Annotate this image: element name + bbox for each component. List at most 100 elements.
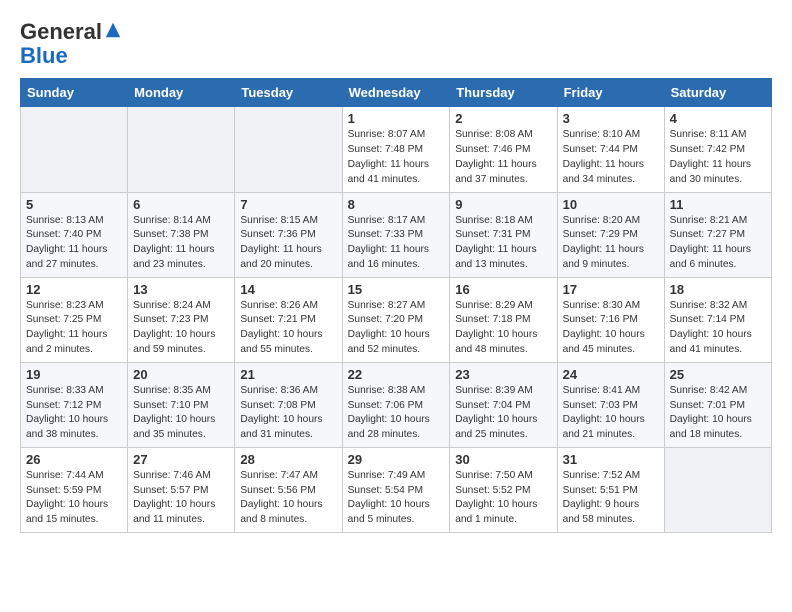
day-info: Sunrise: 7:49 AM Sunset: 5:54 PM Dayligh… (348, 469, 445, 528)
logo-general: General (20, 19, 102, 44)
calendar-cell: 31 Sunrise: 7:52 AM Sunset: 5:51 PM Dayli… (557, 447, 664, 532)
calendar-cell: 10 Sunrise: 8:20 AM Sunset: 7:29 PM Dayli… (557, 192, 664, 277)
calendar-cell: 1 Sunrise: 8:07 AM Sunset: 7:48 PM Daylig… (342, 107, 450, 192)
weekday-header-monday: Monday (128, 79, 235, 107)
day-number: 19 (26, 367, 122, 382)
day-number: 3 (563, 111, 659, 126)
day-info: Sunrise: 8:29 AM Sunset: 7:18 PM Dayligh… (455, 299, 551, 358)
day-info: Sunrise: 8:24 AM Sunset: 7:23 PM Dayligh… (133, 299, 229, 358)
calendar-cell (664, 447, 771, 532)
calendar-cell: 28 Sunrise: 7:47 AM Sunset: 5:56 PM Dayli… (235, 447, 342, 532)
calendar-cell (21, 107, 128, 192)
day-info: Sunrise: 8:23 AM Sunset: 7:25 PM Dayligh… (26, 299, 122, 358)
day-number: 28 (240, 452, 336, 467)
day-number: 27 (133, 452, 229, 467)
day-info: Sunrise: 7:47 AM Sunset: 5:56 PM Dayligh… (240, 469, 336, 528)
calendar-cell: 7 Sunrise: 8:15 AM Sunset: 7:36 PM Daylig… (235, 192, 342, 277)
day-info: Sunrise: 8:30 AM Sunset: 7:16 PM Dayligh… (563, 299, 659, 358)
day-number: 25 (670, 367, 766, 382)
calendar-body: 1 Sunrise: 8:07 AM Sunset: 7:48 PM Daylig… (21, 107, 772, 533)
day-number: 9 (455, 197, 551, 212)
day-number: 31 (563, 452, 659, 467)
day-info: Sunrise: 8:08 AM Sunset: 7:46 PM Dayligh… (455, 128, 551, 187)
calendar-cell: 30 Sunrise: 7:50 AM Sunset: 5:52 PM Dayli… (450, 447, 557, 532)
day-number: 10 (563, 197, 659, 212)
day-info: Sunrise: 8:15 AM Sunset: 7:36 PM Dayligh… (240, 214, 336, 273)
calendar-cell: 12 Sunrise: 8:23 AM Sunset: 7:25 PM Dayli… (21, 277, 128, 362)
day-info: Sunrise: 8:10 AM Sunset: 7:44 PM Dayligh… (563, 128, 659, 187)
day-number: 8 (348, 197, 445, 212)
weekday-header-tuesday: Tuesday (235, 79, 342, 107)
day-number: 26 (26, 452, 122, 467)
day-number: 2 (455, 111, 551, 126)
day-info: Sunrise: 8:21 AM Sunset: 7:27 PM Dayligh… (670, 214, 766, 273)
day-number: 22 (348, 367, 445, 382)
calendar-cell: 3 Sunrise: 8:10 AM Sunset: 7:44 PM Daylig… (557, 107, 664, 192)
calendar-cell: 8 Sunrise: 8:17 AM Sunset: 7:33 PM Daylig… (342, 192, 450, 277)
day-info: Sunrise: 8:27 AM Sunset: 7:20 PM Dayligh… (348, 299, 445, 358)
day-number: 7 (240, 197, 336, 212)
day-number: 14 (240, 282, 336, 297)
weekday-header-saturday: Saturday (664, 79, 771, 107)
day-number: 15 (348, 282, 445, 297)
day-info: Sunrise: 7:52 AM Sunset: 5:51 PM Dayligh… (563, 469, 659, 528)
calendar-cell: 14 Sunrise: 8:26 AM Sunset: 7:21 PM Dayli… (235, 277, 342, 362)
calendar-cell: 16 Sunrise: 8:29 AM Sunset: 7:18 PM Dayli… (450, 277, 557, 362)
day-number: 24 (563, 367, 659, 382)
calendar-cell: 21 Sunrise: 8:36 AM Sunset: 7:08 PM Dayli… (235, 362, 342, 447)
day-number: 6 (133, 197, 229, 212)
calendar-cell (128, 107, 235, 192)
weekday-header-wednesday: Wednesday (342, 79, 450, 107)
calendar-cell: 18 Sunrise: 8:32 AM Sunset: 7:14 PM Dayli… (664, 277, 771, 362)
day-number: 16 (455, 282, 551, 297)
calendar-cell: 4Sunrise: 8:11 AM Sunset: 7:42 PM Daylig… (664, 107, 771, 192)
day-info: Sunrise: 8:18 AM Sunset: 7:31 PM Dayligh… (455, 214, 551, 273)
calendar-cell: 17 Sunrise: 8:30 AM Sunset: 7:16 PM Dayli… (557, 277, 664, 362)
calendar-cell: 22 Sunrise: 8:38 AM Sunset: 7:06 PM Dayli… (342, 362, 450, 447)
day-info: Sunrise: 8:38 AM Sunset: 7:06 PM Dayligh… (348, 384, 445, 443)
day-info: Sunrise: 8:35 AM Sunset: 7:10 PM Dayligh… (133, 384, 229, 443)
calendar-cell: 24Sunrise: 8:41 AM Sunset: 7:03 PM Dayli… (557, 362, 664, 447)
calendar-cell: 11Sunrise: 8:21 AM Sunset: 7:27 PM Dayli… (664, 192, 771, 277)
day-number: 29 (348, 452, 445, 467)
day-number: 12 (26, 282, 122, 297)
week-row-3: 19 Sunrise: 8:33 AM Sunset: 7:12 PM Dayli… (21, 362, 772, 447)
day-info: Sunrise: 8:32 AM Sunset: 7:14 PM Dayligh… (670, 299, 766, 358)
calendar: SundayMondayTuesdayWednesdayThursdayFrid… (20, 78, 772, 533)
week-row-0: 1 Sunrise: 8:07 AM Sunset: 7:48 PM Daylig… (21, 107, 772, 192)
calendar-cell: 26Sunrise: 7:44 AM Sunset: 5:59 PM Dayli… (21, 447, 128, 532)
day-info: Sunrise: 8:36 AM Sunset: 7:08 PM Dayligh… (240, 384, 336, 443)
calendar-cell: 27 Sunrise: 7:46 AM Sunset: 5:57 PM Dayli… (128, 447, 235, 532)
calendar-cell: 13 Sunrise: 8:24 AM Sunset: 7:23 PM Dayli… (128, 277, 235, 362)
logo: General Blue (20, 20, 122, 68)
calendar-cell (235, 107, 342, 192)
day-info: Sunrise: 8:33 AM Sunset: 7:12 PM Dayligh… (26, 384, 122, 443)
day-number: 5 (26, 197, 122, 212)
weekday-header-thursday: Thursday (450, 79, 557, 107)
day-info: Sunrise: 7:46 AM Sunset: 5:57 PM Dayligh… (133, 469, 229, 528)
day-info: Sunrise: 8:20 AM Sunset: 7:29 PM Dayligh… (563, 214, 659, 273)
day-number: 13 (133, 282, 229, 297)
day-info: Sunrise: 7:50 AM Sunset: 5:52 PM Dayligh… (455, 469, 551, 528)
week-row-4: 26Sunrise: 7:44 AM Sunset: 5:59 PM Dayli… (21, 447, 772, 532)
calendar-cell: 25Sunrise: 8:42 AM Sunset: 7:01 PM Dayli… (664, 362, 771, 447)
day-info: Sunrise: 8:17 AM Sunset: 7:33 PM Dayligh… (348, 214, 445, 273)
day-number: 18 (670, 282, 766, 297)
week-row-2: 12 Sunrise: 8:23 AM Sunset: 7:25 PM Dayli… (21, 277, 772, 362)
calendar-cell: 6 Sunrise: 8:14 AM Sunset: 7:38 PM Daylig… (128, 192, 235, 277)
day-number: 1 (348, 111, 445, 126)
day-number: 17 (563, 282, 659, 297)
day-info: Sunrise: 8:14 AM Sunset: 7:38 PM Dayligh… (133, 214, 229, 273)
calendar-cell: 20Sunrise: 8:35 AM Sunset: 7:10 PM Dayli… (128, 362, 235, 447)
day-info: Sunrise: 8:13 AM Sunset: 7:40 PM Dayligh… (26, 214, 122, 273)
calendar-cell: 29 Sunrise: 7:49 AM Sunset: 5:54 PM Dayli… (342, 447, 450, 532)
day-info: Sunrise: 8:07 AM Sunset: 7:48 PM Dayligh… (348, 128, 445, 187)
calendar-cell: 2 Sunrise: 8:08 AM Sunset: 7:46 PM Daylig… (450, 107, 557, 192)
day-number: 21 (240, 367, 336, 382)
day-number: 23 (455, 367, 551, 382)
day-info: Sunrise: 8:26 AM Sunset: 7:21 PM Dayligh… (240, 299, 336, 358)
day-number: 30 (455, 452, 551, 467)
weekday-header-friday: Friday (557, 79, 664, 107)
day-number: 4 (670, 111, 766, 126)
weekday-header-row: SundayMondayTuesdayWednesdayThursdayFrid… (21, 79, 772, 107)
